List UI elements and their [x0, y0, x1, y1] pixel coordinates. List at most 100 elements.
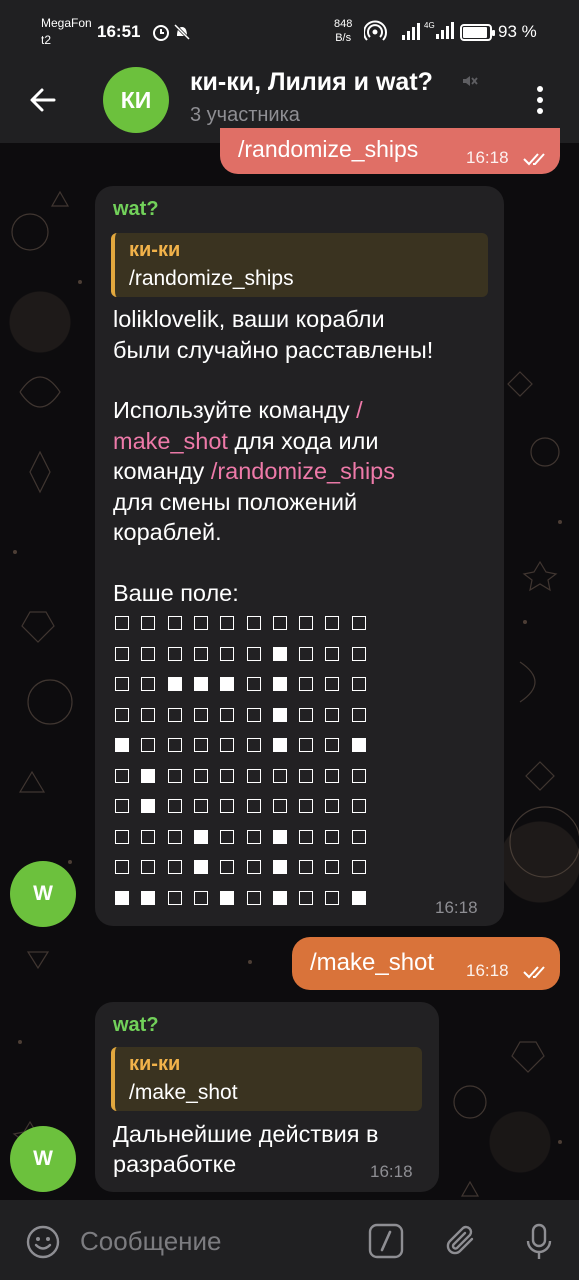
- text-fragment: для хода или: [227, 428, 379, 454]
- battery-icon: [460, 24, 495, 41]
- board-cell: [351, 829, 366, 844]
- board-cell: [167, 860, 182, 874]
- incoming-message[interactable]: wat? ки-ки /make_shot Дальнейшие действи…: [95, 1002, 439, 1192]
- network-speed-unit: B/s: [335, 32, 352, 44]
- board-cell: [220, 616, 235, 630]
- board-cell: [167, 646, 182, 661]
- board-cell: [272, 829, 287, 844]
- reply-quote[interactable]: ки-ки /randomize_ships: [111, 233, 488, 297]
- board-cell: [220, 860, 235, 874]
- message-text-line: Дальнейшие действия в: [113, 1121, 379, 1147]
- alarm-icon: [153, 25, 169, 41]
- command-link[interactable]: /: [356, 397, 363, 423]
- board-cell: [115, 646, 129, 661]
- board-cell: [325, 890, 340, 905]
- board-cell: [167, 616, 182, 630]
- outgoing-message[interactable]: /make_shot 16:18: [292, 937, 560, 990]
- emoji-icon[interactable]: [26, 1225, 60, 1259]
- board-cell: [299, 707, 314, 722]
- board-cell: [299, 738, 314, 752]
- board-cell: [141, 799, 156, 813]
- more-vertical-icon[interactable]: [528, 80, 552, 120]
- board-cell: [246, 707, 261, 722]
- do-not-disturb-icon: [173, 23, 191, 41]
- board-cell: [299, 890, 314, 905]
- text-fragment: Используйте команду: [113, 397, 357, 423]
- message-text-line: команду /randomize_ships: [113, 456, 395, 487]
- chat-members-count: 3 участника: [190, 104, 300, 126]
- board-cell: [351, 707, 366, 722]
- board-cell: [193, 707, 208, 722]
- message-text: /randomize_ships: [238, 136, 419, 162]
- reply-author: ки-ки: [129, 1053, 181, 1075]
- message-time: 16:18: [435, 898, 478, 917]
- board-cell: [141, 646, 156, 661]
- read-checkmarks-icon: [523, 153, 545, 166]
- board-cell: [141, 707, 156, 722]
- board-cell: [325, 799, 340, 813]
- message-text-line: make_shot для хода или: [113, 426, 378, 457]
- message-text: /make_shot: [310, 949, 435, 976]
- arrow-left-icon[interactable]: [24, 80, 64, 120]
- message-time: 16:18: [466, 961, 509, 980]
- board-cell: [220, 707, 235, 722]
- group-avatar[interactable]: КИ: [103, 67, 169, 133]
- user-avatar[interactable]: W: [10, 1126, 76, 1192]
- board-cell: [115, 829, 129, 844]
- board-cell: [299, 616, 314, 630]
- board-cell: [272, 890, 287, 905]
- board-cell: [299, 860, 314, 874]
- board-cell: [272, 646, 287, 661]
- board-cell: [193, 738, 208, 752]
- board-cell: [325, 738, 340, 752]
- board-cell: [351, 768, 366, 783]
- board-cell: [167, 799, 182, 813]
- message-input[interactable]: [80, 1222, 360, 1260]
- board-cell: [115, 890, 129, 905]
- board-cell: [193, 890, 208, 905]
- board-cell: [325, 860, 340, 874]
- message-composer: [0, 1200, 579, 1280]
- board-cell: [141, 616, 156, 630]
- board-cell: [115, 616, 129, 630]
- reply-quote[interactable]: ки-ки /make_shot: [111, 1047, 422, 1111]
- incoming-message[interactable]: wat? ки-ки /randomize_ships loliklovelik…: [95, 186, 504, 926]
- board-cell: [246, 799, 261, 813]
- network-speed: 848 B/s: [334, 17, 352, 45]
- message-text-line: кораблей.: [113, 519, 222, 545]
- command-link[interactable]: make_shot: [113, 428, 228, 454]
- board-cell: [272, 860, 287, 874]
- board-cell: [115, 799, 129, 813]
- board-cell: [167, 768, 182, 783]
- sender-name[interactable]: wat?: [113, 198, 159, 221]
- reply-text: /randomize_ships: [129, 267, 294, 290]
- paperclip-icon[interactable]: [444, 1222, 480, 1260]
- board-cell: [193, 860, 208, 874]
- board-cell: [246, 860, 261, 874]
- reply-text: /make_shot: [129, 1081, 238, 1104]
- svg-text:4G: 4G: [424, 21, 435, 30]
- board-cell: [167, 738, 182, 752]
- sender-name[interactable]: wat?: [113, 1014, 159, 1037]
- command-link[interactable]: /randomize_ships: [211, 458, 395, 484]
- board-cell: [141, 860, 156, 874]
- board-cell: [351, 738, 366, 752]
- board-cell: [299, 646, 314, 661]
- reply-author: ки-ки: [129, 239, 181, 261]
- board-cell: [246, 890, 261, 905]
- microphone-icon[interactable]: [524, 1222, 554, 1262]
- status-bar: MegaFon t2 16:51 848 B/s 4G 93 %: [0, 0, 579, 50]
- board-cell: [115, 768, 129, 783]
- outgoing-message[interactable]: /randomize_ships 16:18: [220, 128, 560, 174]
- slash-commands-icon[interactable]: [368, 1223, 404, 1259]
- board-cell: [246, 768, 261, 783]
- board-cell: [272, 616, 287, 630]
- user-avatar[interactable]: W: [10, 861, 76, 927]
- chat-title[interactable]: ки-ки, Лилия и wat?: [190, 68, 433, 97]
- board-cell: [351, 646, 366, 661]
- board-cell: [141, 738, 156, 752]
- board-cell: [141, 677, 156, 691]
- board-cell: [141, 890, 156, 905]
- board-cell: [246, 646, 261, 661]
- board-cell: [115, 707, 129, 722]
